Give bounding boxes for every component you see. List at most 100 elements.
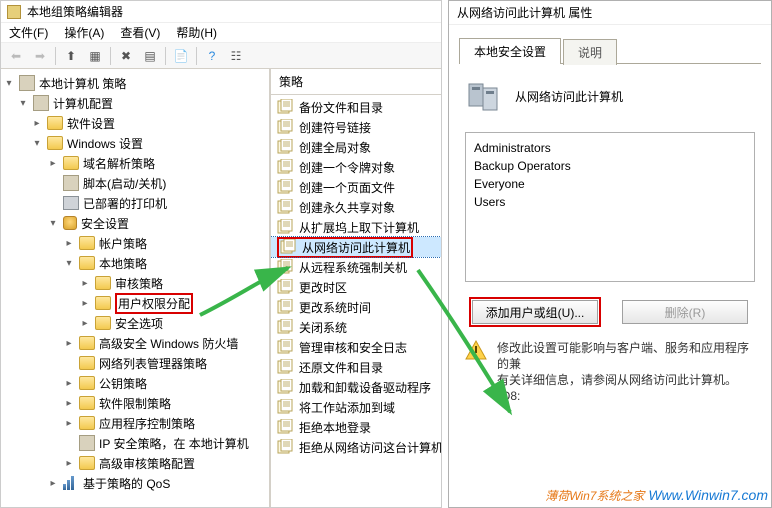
tree-root[interactable]: ▾本地计算机 策略	[1, 73, 269, 93]
nav-tree[interactable]: ▾本地计算机 策略 ▾计算机配置 ▸软件设置 ▾Windows 设置 ▸域名解析…	[1, 69, 271, 507]
show-hide-tree-button[interactable]: ▦	[84, 45, 106, 67]
policy-item[interactable]: 管理审核和安全日志	[271, 337, 441, 357]
policy-label: 管理审核和安全日志	[299, 339, 407, 356]
policy-item[interactable]: 拒绝本地登录	[271, 417, 441, 437]
tree-pubkey[interactable]: ▸公钥策略	[1, 373, 269, 393]
view-toggle-button[interactable]: ☷	[225, 45, 247, 67]
menu-action[interactable]: 操作(A)	[64, 24, 104, 41]
policy-icon	[277, 319, 293, 335]
policy-item[interactable]: 创建符号链接	[271, 117, 441, 137]
policy-icon	[277, 339, 293, 355]
policy-icon	[277, 299, 293, 315]
principal-item[interactable]: Everyone	[474, 175, 746, 193]
policy-icon	[277, 279, 293, 295]
window-title: 本地组策略编辑器	[27, 3, 123, 20]
policy-label: 创建全局对象	[299, 139, 371, 156]
help-button[interactable]: ?	[201, 45, 223, 67]
policy-icon	[277, 99, 293, 115]
principal-item[interactable]: Administrators	[474, 139, 746, 157]
tree-windows[interactable]: ▾Windows 设置	[1, 133, 269, 153]
policy-item[interactable]: 从扩展坞上取下计算机	[271, 217, 441, 237]
policy-list[interactable]: 策略 备份文件和目录创建符号链接创建全局对象创建一个令牌对象创建一个页面文件创建…	[271, 69, 441, 507]
tree-computer-config[interactable]: ▾计算机配置	[1, 93, 269, 113]
policy-item[interactable]: 将工作站添加到域	[271, 397, 441, 417]
tree-scripts[interactable]: 脚本(启动/关机)	[1, 173, 269, 193]
tree-audit[interactable]: ▸审核策略	[1, 273, 269, 293]
nav-fwd-button[interactable]: ➡	[29, 45, 51, 67]
menu-help[interactable]: 帮助(H)	[176, 24, 217, 41]
delete-button[interactable]: ✖	[115, 45, 137, 67]
tree-netlist[interactable]: 网络列表管理器策略	[1, 353, 269, 373]
client-area: ▾本地计算机 策略 ▾计算机配置 ▸软件设置 ▾Windows 设置 ▸域名解析…	[1, 69, 441, 507]
policy-label: 加载和卸载设备驱动程序	[299, 379, 431, 396]
policy-item[interactable]: 更改时区	[271, 277, 441, 297]
tree-user-rights[interactable]: ▸用户权限分配	[1, 293, 269, 313]
tree-appctrl[interactable]: ▸应用程序控制策略	[1, 413, 269, 433]
nav-back-button[interactable]: ⬅	[5, 45, 27, 67]
tree-security[interactable]: ▾安全设置	[1, 213, 269, 233]
tree-sec-options[interactable]: ▸安全选项	[1, 313, 269, 333]
principal-item[interactable]: Users	[474, 193, 746, 211]
folder-icon	[79, 356, 95, 370]
folder-icon	[79, 376, 95, 390]
folder-icon	[95, 296, 111, 310]
servers-icon	[465, 78, 501, 114]
export-button[interactable]: 📄	[170, 45, 192, 67]
tree-software[interactable]: ▸软件设置	[1, 113, 269, 133]
tree-account[interactable]: ▸帐户策略	[1, 233, 269, 253]
tree-srp[interactable]: ▸软件限制策略	[1, 393, 269, 413]
policy-icon	[277, 179, 293, 195]
tab-local-security[interactable]: 本地安全设置	[459, 38, 561, 64]
menubar[interactable]: 文件(F) 操作(A) 查看(V) 帮助(H)	[1, 23, 441, 43]
policy-item[interactable]: 从网络访问此计算机	[271, 237, 441, 257]
tab-explain[interactable]: 说明	[563, 39, 617, 65]
policy-label: 从网络访问此计算机	[302, 239, 410, 256]
policy-icon	[277, 379, 293, 395]
tree-dns[interactable]: ▸域名解析策略	[1, 153, 269, 173]
policy-item[interactable]: 更改系统时间	[271, 297, 441, 317]
menu-file[interactable]: 文件(F)	[9, 24, 48, 41]
tree-wfas[interactable]: ▸高级安全 Windows 防火墙	[1, 333, 269, 353]
policy-label: 更改系统时间	[299, 299, 371, 316]
policy-icon	[277, 259, 293, 275]
policy-item[interactable]: 拒绝从网络访问这台计算机	[271, 437, 441, 457]
policy-label: 从远程系统强制关机	[299, 259, 407, 276]
principals-listbox[interactable]: AdministratorsBackup OperatorsEveryoneUs…	[465, 132, 755, 282]
policy-label: 关闭系统	[299, 319, 347, 336]
policy-item[interactable]: 关闭系统	[271, 317, 441, 337]
policy-label: 备份文件和目录	[299, 99, 383, 116]
separator	[110, 47, 111, 65]
menu-view[interactable]: 查看(V)	[120, 24, 160, 41]
policy-item[interactable]: 加载和卸载设备驱动程序	[271, 377, 441, 397]
folder-icon	[79, 256, 95, 270]
add-user-or-group-button[interactable]: 添加用户或组(U)...	[472, 300, 598, 324]
policy-item[interactable]: 创建一个页面文件	[271, 177, 441, 197]
policy-item[interactable]: 备份文件和目录	[271, 97, 441, 117]
folder-icon	[47, 136, 63, 150]
policy-item[interactable]: 创建永久共享对象	[271, 197, 441, 217]
policy-item[interactable]: 创建全局对象	[271, 137, 441, 157]
properties-button[interactable]: ▤	[139, 45, 161, 67]
tree-qos[interactable]: ▸ 基于策略的 QoS	[1, 473, 269, 493]
tree-printers[interactable]: 已部署的打印机	[1, 193, 269, 213]
up-button[interactable]: ⬆	[60, 45, 82, 67]
policy-icon	[277, 359, 293, 375]
tree-ipsec[interactable]: IP 安全策略，在 本地计算机	[1, 433, 269, 453]
folder-icon	[47, 116, 63, 130]
ipsec-icon	[79, 435, 95, 451]
tree-adv-audit[interactable]: ▸高级审核策略配置	[1, 453, 269, 473]
policy-item[interactable]: 从远程系统强制关机	[271, 257, 441, 277]
policy-column-header[interactable]: 策略	[271, 69, 441, 95]
folder-icon	[79, 456, 95, 470]
tree-local[interactable]: ▾本地策略	[1, 253, 269, 273]
policy-item[interactable]: 还原文件和目录	[271, 357, 441, 377]
remove-button[interactable]: 删除(R)	[622, 300, 748, 324]
folder-icon	[79, 236, 95, 250]
policy-label: 将工作站添加到域	[299, 399, 395, 416]
policy-label: 拒绝本地登录	[299, 419, 371, 436]
policy-icon	[277, 439, 293, 455]
principal-item[interactable]: Backup Operators	[474, 157, 746, 175]
gpedit-window: 本地组策略编辑器 文件(F) 操作(A) 查看(V) 帮助(H) ⬅ ➡ ⬆ ▦…	[0, 0, 442, 508]
policy-item[interactable]: 创建一个令牌对象	[271, 157, 441, 177]
prop-title-text: 从网络访问此计算机 属性	[457, 4, 592, 21]
